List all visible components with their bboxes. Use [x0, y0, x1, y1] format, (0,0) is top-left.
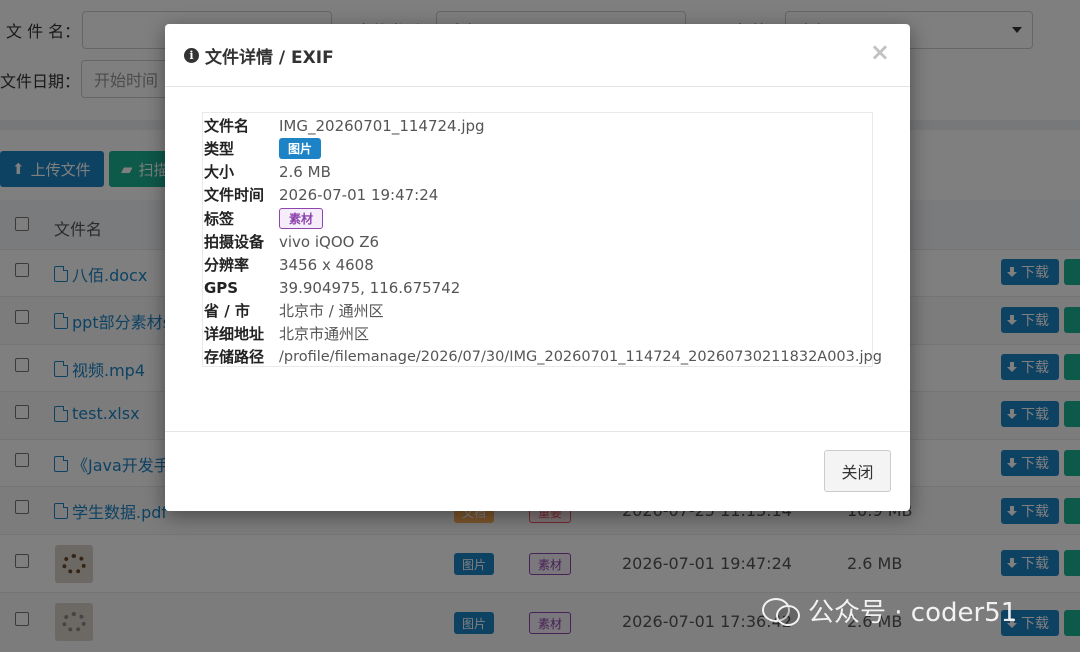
file-detail-modal: i 文件详情 / EXIF × 文件名 IMG_20260701_114724.j… [165, 24, 910, 511]
type-badge: 图片 [279, 138, 322, 159]
exif-table: 文件名 IMG_20260701_114724.jpg 类型 图片 大小 2.6 MB… [202, 112, 882, 367]
modal-footer: 关闭 [165, 431, 910, 511]
watermark: 公众号 · coder51 [762, 590, 1017, 630]
wechat-logo-icon [762, 596, 800, 626]
modal-title: i 文件详情 / EXIF [184, 43, 334, 68]
info-circle-icon: i [184, 47, 199, 63]
close-button[interactable]: 关闭 [824, 450, 891, 492]
modal-header: i 文件详情 / EXIF × [165, 24, 910, 87]
close-icon[interactable]: × [870, 40, 890, 64]
tag-badge: 素材 [279, 208, 324, 229]
